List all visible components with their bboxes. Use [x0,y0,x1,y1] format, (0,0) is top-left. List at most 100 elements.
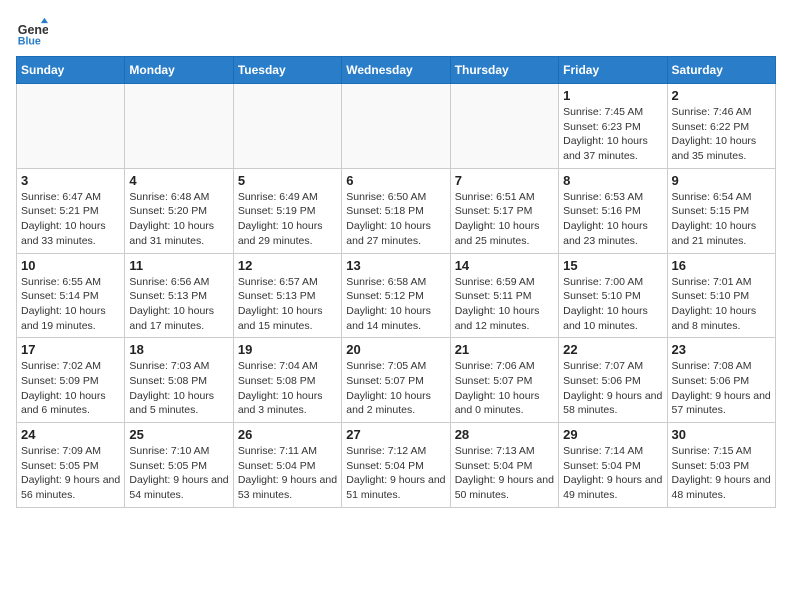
day-number: 28 [455,427,554,442]
day-number: 14 [455,258,554,273]
calendar-header-row: SundayMondayTuesdayWednesdayThursdayFrid… [17,57,776,84]
page-header: General Blue [16,16,776,48]
day-number: 19 [238,342,337,357]
svg-text:Blue: Blue [18,35,41,47]
day-number: 3 [21,173,120,188]
day-number: 4 [129,173,228,188]
day-info: Sunrise: 7:01 AM Sunset: 5:10 PM Dayligh… [672,275,771,334]
calendar-cell: 24 Sunrise: 7:09 AM Sunset: 5:05 PM Dayli… [17,423,125,508]
calendar-cell: 28 Sunrise: 7:13 AM Sunset: 5:04 PM Dayli… [450,423,558,508]
day-info: Sunrise: 7:12 AM Sunset: 5:04 PM Dayligh… [346,444,445,503]
week-row-4: 17Sunrise: 7:02 AM Sunset: 5:09 PM Dayli… [17,338,776,423]
calendar-cell: 3 Sunrise: 6:47 AM Sunset: 5:21 PM Daylig… [17,168,125,253]
calendar-cell: 12 Sunrise: 6:57 AM Sunset: 5:13 PM Dayli… [233,253,341,338]
calendar-cell: 8 Sunrise: 6:53 AM Sunset: 5:16 PM Daylig… [559,168,667,253]
day-number: 13 [346,258,445,273]
day-info: Sunrise: 7:08 AM Sunset: 5:06 PM Dayligh… [672,359,771,418]
day-number: 12 [238,258,337,273]
calendar-cell: 29 Sunrise: 7:14 AM Sunset: 5:04 PM Dayli… [559,423,667,508]
logo: General Blue [16,16,48,48]
week-row-5: 24 Sunrise: 7:09 AM Sunset: 5:05 PM Dayli… [17,423,776,508]
week-row-1: 1Sunrise: 7:45 AM Sunset: 6:23 PM Daylig… [17,84,776,169]
day-number: 26 [238,427,337,442]
day-number: 16 [672,258,771,273]
day-info: Sunrise: 6:48 AM Sunset: 5:20 PM Dayligh… [129,190,228,249]
calendar-cell: 20 Sunrise: 7:05 AM Sunset: 5:07 PM Dayli… [342,338,450,423]
day-info: Sunrise: 6:51 AM Sunset: 5:17 PM Dayligh… [455,190,554,249]
calendar-cell: 16 Sunrise: 7:01 AM Sunset: 5:10 PM Dayli… [667,253,775,338]
day-info: Sunrise: 6:53 AM Sunset: 5:16 PM Dayligh… [563,190,662,249]
day-info: Sunrise: 6:49 AM Sunset: 5:19 PM Dayligh… [238,190,337,249]
day-info: Sunrise: 7:09 AM Sunset: 5:05 PM Dayligh… [21,444,120,503]
calendar-cell: 13Sunrise: 6:58 AM Sunset: 5:12 PM Dayli… [342,253,450,338]
day-header-sunday: Sunday [17,57,125,84]
calendar-cell: 26 Sunrise: 7:11 AM Sunset: 5:04 PM Dayli… [233,423,341,508]
day-info: Sunrise: 7:05 AM Sunset: 5:07 PM Dayligh… [346,359,445,418]
day-number: 21 [455,342,554,357]
calendar-cell [17,84,125,169]
day-number: 8 [563,173,662,188]
logo-icon: General Blue [16,16,48,48]
calendar-cell: 9Sunrise: 6:54 AM Sunset: 5:15 PM Daylig… [667,168,775,253]
calendar-cell: 6Sunrise: 6:50 AM Sunset: 5:18 PM Daylig… [342,168,450,253]
day-header-friday: Friday [559,57,667,84]
day-number: 11 [129,258,228,273]
week-row-2: 3 Sunrise: 6:47 AM Sunset: 5:21 PM Daylig… [17,168,776,253]
calendar-cell: 7 Sunrise: 6:51 AM Sunset: 5:17 PM Daylig… [450,168,558,253]
calendar-cell: 4 Sunrise: 6:48 AM Sunset: 5:20 PM Daylig… [125,168,233,253]
day-info: Sunrise: 7:15 AM Sunset: 5:03 PM Dayligh… [672,444,771,503]
day-header-thursday: Thursday [450,57,558,84]
calendar-cell: 5 Sunrise: 6:49 AM Sunset: 5:19 PM Daylig… [233,168,341,253]
calendar-cell [342,84,450,169]
day-number: 20 [346,342,445,357]
day-info: Sunrise: 7:13 AM Sunset: 5:04 PM Dayligh… [455,444,554,503]
day-number: 10 [21,258,120,273]
calendar-cell [233,84,341,169]
day-number: 2 [672,88,771,103]
calendar-cell [450,84,558,169]
day-info: Sunrise: 6:56 AM Sunset: 5:13 PM Dayligh… [129,275,228,334]
day-number: 27 [346,427,445,442]
day-number: 7 [455,173,554,188]
day-number: 30 [672,427,771,442]
day-info: Sunrise: 7:11 AM Sunset: 5:04 PM Dayligh… [238,444,337,503]
day-info: Sunrise: 6:50 AM Sunset: 5:18 PM Dayligh… [346,190,445,249]
day-info: Sunrise: 6:55 AM Sunset: 5:14 PM Dayligh… [21,275,120,334]
day-header-saturday: Saturday [667,57,775,84]
day-info: Sunrise: 7:46 AM Sunset: 6:22 PM Dayligh… [672,105,771,164]
calendar-table: SundayMondayTuesdayWednesdayThursdayFrid… [16,56,776,508]
calendar-cell: 15Sunrise: 7:00 AM Sunset: 5:10 PM Dayli… [559,253,667,338]
day-info: Sunrise: 7:04 AM Sunset: 5:08 PM Dayligh… [238,359,337,418]
calendar-cell: 1Sunrise: 7:45 AM Sunset: 6:23 PM Daylig… [559,84,667,169]
calendar-cell: 17Sunrise: 7:02 AM Sunset: 5:09 PM Dayli… [17,338,125,423]
day-info: Sunrise: 6:57 AM Sunset: 5:13 PM Dayligh… [238,275,337,334]
day-info: Sunrise: 6:47 AM Sunset: 5:21 PM Dayligh… [21,190,120,249]
day-info: Sunrise: 7:03 AM Sunset: 5:08 PM Dayligh… [129,359,228,418]
calendar-cell: 19 Sunrise: 7:04 AM Sunset: 5:08 PM Dayli… [233,338,341,423]
day-info: Sunrise: 7:06 AM Sunset: 5:07 PM Dayligh… [455,359,554,418]
day-info: Sunrise: 7:14 AM Sunset: 5:04 PM Dayligh… [563,444,662,503]
day-number: 23 [672,342,771,357]
day-number: 25 [129,427,228,442]
calendar-cell: 21 Sunrise: 7:06 AM Sunset: 5:07 PM Dayli… [450,338,558,423]
day-header-monday: Monday [125,57,233,84]
calendar-cell: 14 Sunrise: 6:59 AM Sunset: 5:11 PM Dayli… [450,253,558,338]
calendar-cell: 25Sunrise: 7:10 AM Sunset: 5:05 PM Dayli… [125,423,233,508]
day-number: 18 [129,342,228,357]
calendar-cell: 22Sunrise: 7:07 AM Sunset: 5:06 PM Dayli… [559,338,667,423]
day-number: 29 [563,427,662,442]
calendar-cell: 30 Sunrise: 7:15 AM Sunset: 5:03 PM Dayli… [667,423,775,508]
day-number: 5 [238,173,337,188]
day-number: 17 [21,342,120,357]
day-info: Sunrise: 7:07 AM Sunset: 5:06 PM Dayligh… [563,359,662,418]
day-number: 24 [21,427,120,442]
calendar-cell: 18 Sunrise: 7:03 AM Sunset: 5:08 PM Dayli… [125,338,233,423]
calendar-cell: 2 Sunrise: 7:46 AM Sunset: 6:22 PM Daylig… [667,84,775,169]
calendar-cell: 10 Sunrise: 6:55 AM Sunset: 5:14 PM Dayli… [17,253,125,338]
day-header-wednesday: Wednesday [342,57,450,84]
calendar-cell [125,84,233,169]
day-info: Sunrise: 6:54 AM Sunset: 5:15 PM Dayligh… [672,190,771,249]
calendar-cell: 27 Sunrise: 7:12 AM Sunset: 5:04 PM Dayli… [342,423,450,508]
day-info: Sunrise: 6:59 AM Sunset: 5:11 PM Dayligh… [455,275,554,334]
day-header-tuesday: Tuesday [233,57,341,84]
